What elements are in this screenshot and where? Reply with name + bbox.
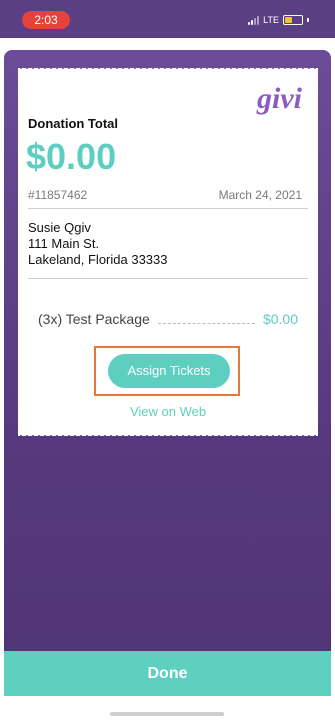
address-street: 111 Main St. [28,236,100,251]
signal-icon [248,15,260,25]
order-date: March 24, 2021 [218,188,302,202]
divider [28,208,308,209]
status-time: 2:03 [22,11,70,29]
battery-cap [307,18,309,22]
order-id: #11857462 [28,188,88,202]
line-item-leader [157,322,255,324]
status-bar: 2:03 LTE [0,0,335,38]
done-button[interactable]: Done [4,651,331,696]
receipt-card: givi Donation Total $0.00 #11857462 Marc… [18,74,318,430]
donation-total-label: Donation Total [28,116,119,131]
divider [28,278,308,279]
receipt-bottom-edge [18,430,318,436]
address-name: Susie Qgiv [28,220,91,235]
home-area [0,696,335,724]
givi-logo: givi [257,82,302,115]
line-item-label: (3x) Test Package [38,311,150,327]
donation-total-amount: $0.00 [26,136,117,177]
line-item-price: $0.00 [262,311,298,327]
network-label: LTE [263,15,279,25]
home-indicator[interactable] [110,712,224,716]
view-on-web-link[interactable]: View on Web [18,404,318,419]
battery-icon [283,15,303,25]
billing-address: Susie Qgiv 111 Main St. Lakeland, Florid… [28,220,168,268]
line-item: (3x) Test Package $0.00 [38,310,298,328]
phone-screen: 2:03 LTE givi Donation Total $0.00 #1185… [0,0,335,724]
address-city: Lakeland, Florida 33333 [28,252,168,267]
status-indicators: LTE [248,12,309,28]
assign-tickets-button[interactable]: Assign Tickets [108,354,230,388]
